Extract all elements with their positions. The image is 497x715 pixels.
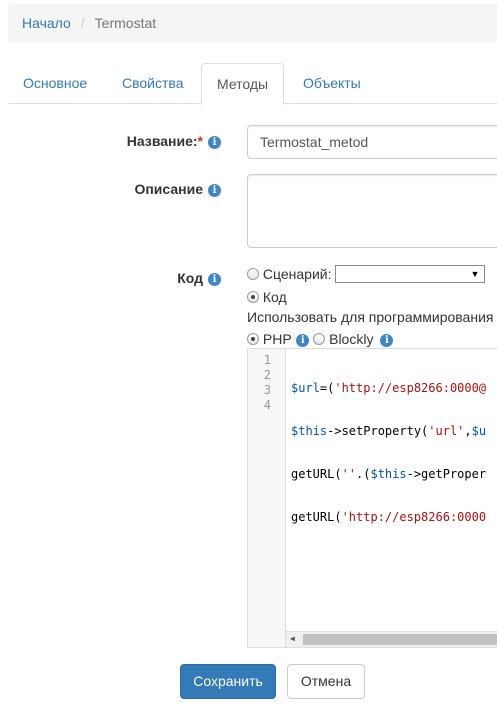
blockly-radio[interactable] [313, 333, 326, 345]
php-radio[interactable] [247, 333, 259, 345]
code-line: $url=('http://esp8266:0000@ [291, 381, 487, 395]
scrollbar-thumb[interactable] [303, 634, 497, 645]
php-option-label: PHP [262, 331, 292, 347]
scroll-left-arrow-icon[interactable]: ◀ [290, 634, 295, 643]
tab-properties[interactable]: Свойства [107, 63, 198, 104]
use-for-programming-text: Использовать для программирования [247, 309, 494, 325]
code-line: $this->setProperty('url',$u [291, 424, 487, 438]
editor-gutter: 1 2 3 4 [248, 349, 286, 647]
scenario-select[interactable]: ▼ [335, 265, 486, 283]
blockly-option-label: Blockly [329, 331, 374, 347]
code-option-label: Код [262, 289, 287, 305]
name-label: Название:* i [127, 133, 221, 149]
line-number: 4 [263, 398, 271, 412]
tabs-bar: Основное Свойства Методы Объекты [8, 63, 497, 105]
tab-objects[interactable]: Объекты [288, 63, 376, 104]
code-content[interactable]: $url=('http://esp8266:0000@ $this->setPr… [291, 353, 486, 553]
breadcrumb-home-link[interactable]: Начало [22, 15, 71, 31]
description-textarea[interactable] [247, 174, 497, 248]
line-number: 3 [263, 383, 271, 397]
code-line: getURL('http://esp8266:0000 [291, 510, 487, 524]
code-editor[interactable]: 1 2 3 4 $url=('http://esp8266:0000@ $thi… [247, 348, 497, 648]
breadcrumb: Начало / Termostat [8, 4, 497, 42]
code-row: Код [247, 289, 287, 305]
info-icon[interactable]: i [380, 334, 394, 347]
scenario-radio[interactable] [247, 268, 259, 280]
description-label-text: Описание [134, 181, 203, 197]
code-radio[interactable] [247, 291, 259, 303]
description-label: Описание i [134, 181, 221, 197]
info-icon[interactable]: i [208, 273, 221, 286]
info-icon[interactable]: i [208, 136, 221, 149]
save-button[interactable]: Сохранить [180, 664, 276, 699]
info-icon[interactable]: i [208, 184, 221, 197]
chevron-down-icon: ▼ [470, 269, 480, 279]
horizontal-scrollbar[interactable]: ◀ [286, 631, 497, 647]
cancel-button[interactable]: Отмена [287, 664, 365, 699]
name-label-text: Название: [126, 133, 198, 149]
scenario-option-label: Сценарий: [262, 266, 332, 282]
breadcrumb-current: Termostat [94, 15, 157, 31]
breadcrumb-separator: / [80, 15, 85, 31]
line-number: 2 [263, 368, 271, 382]
code-line: getURL(''.($this->getProper [291, 467, 487, 481]
name-input[interactable]: Termostat_metod [247, 125, 497, 159]
code-label: Код i [177, 270, 221, 286]
tab-main[interactable]: Основное [8, 63, 102, 104]
required-marker: * [197, 133, 203, 149]
tab-methods[interactable]: Методы [201, 63, 285, 105]
code-label-text: Код [177, 270, 203, 286]
line-number: 1 [263, 353, 271, 367]
scenario-row: Сценарий: ▼ [247, 265, 486, 283]
info-icon[interactable]: i [296, 334, 310, 347]
language-row: PHP i Blockly i [247, 331, 394, 347]
